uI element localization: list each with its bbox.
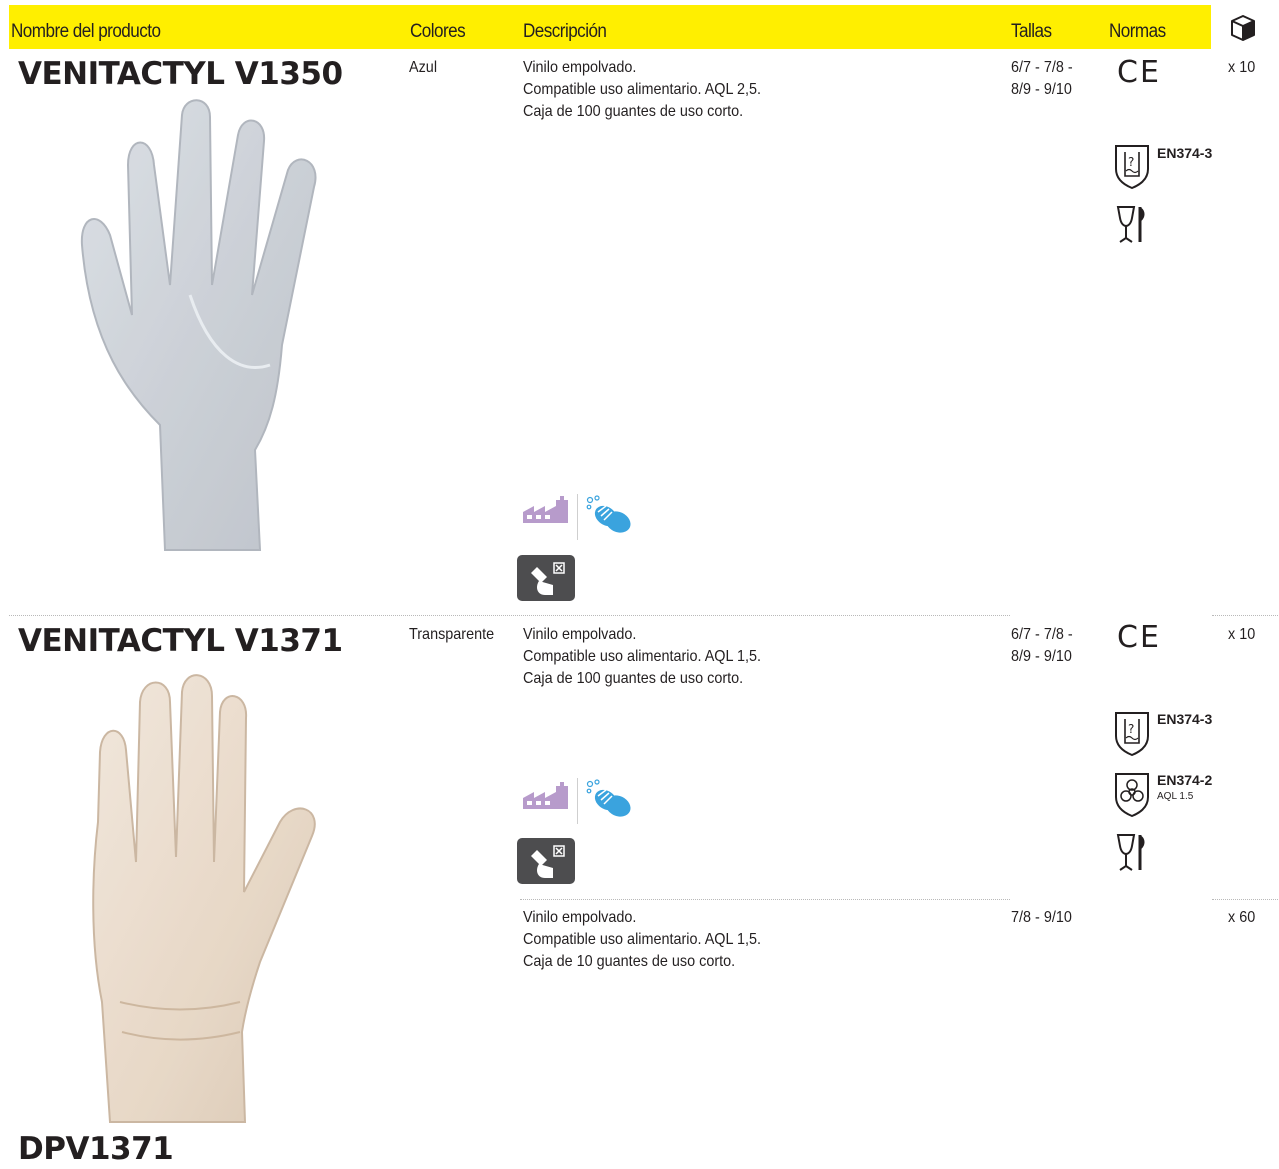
svg-text:?: ? bbox=[1128, 155, 1134, 169]
icon-divider bbox=[577, 494, 578, 540]
product-name: VENITACTYL V1371 bbox=[18, 623, 343, 659]
header-norms: Normas bbox=[1109, 21, 1166, 42]
header-colors: Colores bbox=[410, 21, 466, 42]
header-description: Descripción bbox=[523, 21, 607, 42]
no-cut-protection-icon bbox=[517, 838, 575, 884]
row-divider bbox=[1212, 615, 1278, 616]
product-sizes: 6/7 - 7/8 - 8/9 - 9/10 bbox=[1011, 59, 1073, 98]
norm-label: EN374-3 bbox=[1157, 711, 1213, 727]
row-divider bbox=[9, 615, 1010, 616]
product-pack: x 10 bbox=[1228, 626, 1256, 643]
chemical-shield-icon: ? bbox=[1115, 145, 1149, 189]
food-contact-icon bbox=[1116, 206, 1145, 243]
product-color: Transparente bbox=[409, 626, 495, 643]
product-pack: x 60 bbox=[1228, 909, 1256, 926]
norm-sublabel: AQL 1.5 bbox=[1157, 791, 1194, 802]
ce-mark: CE bbox=[1117, 620, 1161, 655]
icon-divider bbox=[577, 778, 578, 824]
table-header: Nombre del producto Colores Descripción … bbox=[9, 5, 1211, 49]
food-contact-icon bbox=[1116, 834, 1145, 871]
product-sizes: 6/7 - 7/8 - 8/9 - 9/10 bbox=[1011, 626, 1073, 665]
product-pack: x 10 bbox=[1228, 59, 1256, 76]
product-sizes: 7/8 - 9/10 bbox=[1011, 909, 1072, 926]
product-name: VENITACTYL V1350 bbox=[18, 56, 343, 92]
row-divider bbox=[520, 899, 1010, 900]
header-name: Nombre del producto bbox=[11, 21, 161, 42]
product-description: Vinilo empolvado. Compatible uso aliment… bbox=[523, 626, 761, 687]
svg-text:?: ? bbox=[1128, 722, 1134, 736]
hand-washing-icon bbox=[586, 495, 631, 533]
box-icon bbox=[1231, 15, 1255, 41]
chemical-shield-icon: ? bbox=[1115, 712, 1149, 756]
glove-image bbox=[92, 674, 316, 1123]
norm-label: EN374-2 bbox=[1157, 772, 1213, 788]
factory-icon bbox=[523, 782, 568, 809]
product-color: Azul bbox=[409, 59, 438, 76]
norm-label: EN374-3 bbox=[1157, 145, 1213, 161]
row-divider bbox=[1212, 899, 1278, 900]
no-cut-protection-icon bbox=[517, 555, 575, 601]
factory-icon bbox=[523, 496, 568, 523]
product-description: Vinilo empolvado. Compatible uso aliment… bbox=[523, 59, 761, 120]
hand-washing-icon bbox=[586, 779, 631, 817]
header-sizes: Tallas bbox=[1011, 21, 1052, 42]
ce-mark: CE bbox=[1117, 55, 1161, 90]
glove-image bbox=[80, 99, 317, 551]
product-name: DPV1371 bbox=[18, 1131, 174, 1167]
product-description: Vinilo empolvado. Compatible uso aliment… bbox=[523, 909, 761, 970]
biohazard-shield-icon bbox=[1115, 773, 1149, 817]
